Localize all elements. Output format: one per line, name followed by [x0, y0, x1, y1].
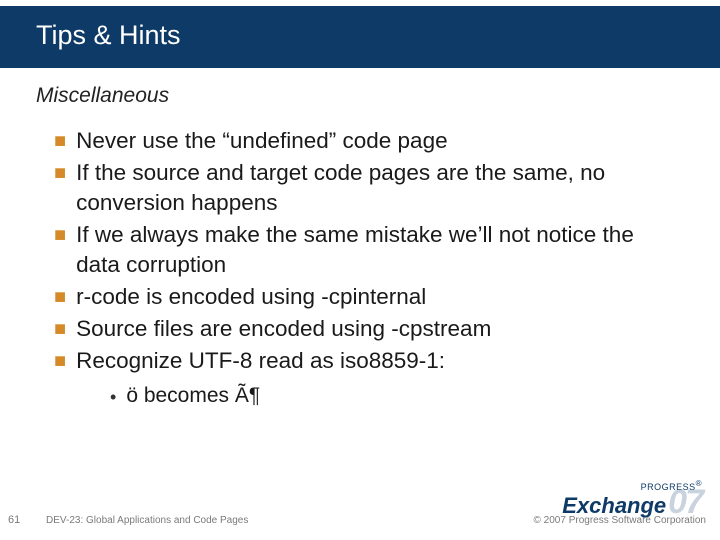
- square-bullet-icon: ■: [54, 314, 66, 344]
- square-bullet-icon: ■: [54, 282, 66, 312]
- slide: Tips & Hints Miscellaneous ■ Never use t…: [0, 0, 720, 540]
- footer-session-title: DEV-23: Global Applications and Code Pag…: [46, 515, 248, 526]
- bullet-item: ■ Recognize UTF-8 read as iso8859-1:: [54, 346, 660, 376]
- bullet-item: ■ r-code is encoded using -cpinternal: [54, 282, 660, 312]
- slide-subhead: Miscellaneous: [0, 68, 720, 108]
- square-bullet-icon: ■: [54, 346, 66, 376]
- content-area: ■ Never use the “undefined” code page ■ …: [0, 108, 660, 410]
- page-number: 61: [8, 514, 20, 526]
- bullet-text: Source files are encoded using -cpstream: [76, 314, 491, 344]
- slide-title: Tips & Hints: [36, 20, 181, 51]
- square-bullet-icon: ■: [54, 158, 66, 188]
- bullet-text: If the source and target code pages are …: [76, 158, 660, 218]
- bullet-item: ■ If the source and target code pages ar…: [54, 158, 660, 218]
- bullet-item: ■ Source files are encoded using -cpstre…: [54, 314, 660, 344]
- square-bullet-icon: ■: [54, 126, 66, 156]
- bullet-text: Recognize UTF-8 read as iso8859-1:: [76, 346, 445, 376]
- bullet-item: ■ Never use the “undefined” code page: [54, 126, 660, 156]
- bullet-text: r-code is encoded using -cpinternal: [76, 282, 426, 312]
- dot-bullet-icon: •: [110, 384, 116, 410]
- footer: 61 DEV-23: Global Applications and Code …: [0, 494, 720, 540]
- title-band: Tips & Hints: [0, 0, 720, 68]
- sub-bullet-item: • ö becomes Ã¶: [110, 384, 660, 410]
- bullet-text: Never use the “undefined” code page: [76, 126, 448, 156]
- bullet-text: If we always make the same mistake we’ll…: [76, 220, 660, 280]
- sub-bullet-text: ö becomes Ã¶: [126, 384, 260, 408]
- footer-copyright: © 2007 Progress Software Corporation: [534, 515, 706, 526]
- square-bullet-icon: ■: [54, 220, 66, 250]
- bullet-item: ■ If we always make the same mistake we’…: [54, 220, 660, 280]
